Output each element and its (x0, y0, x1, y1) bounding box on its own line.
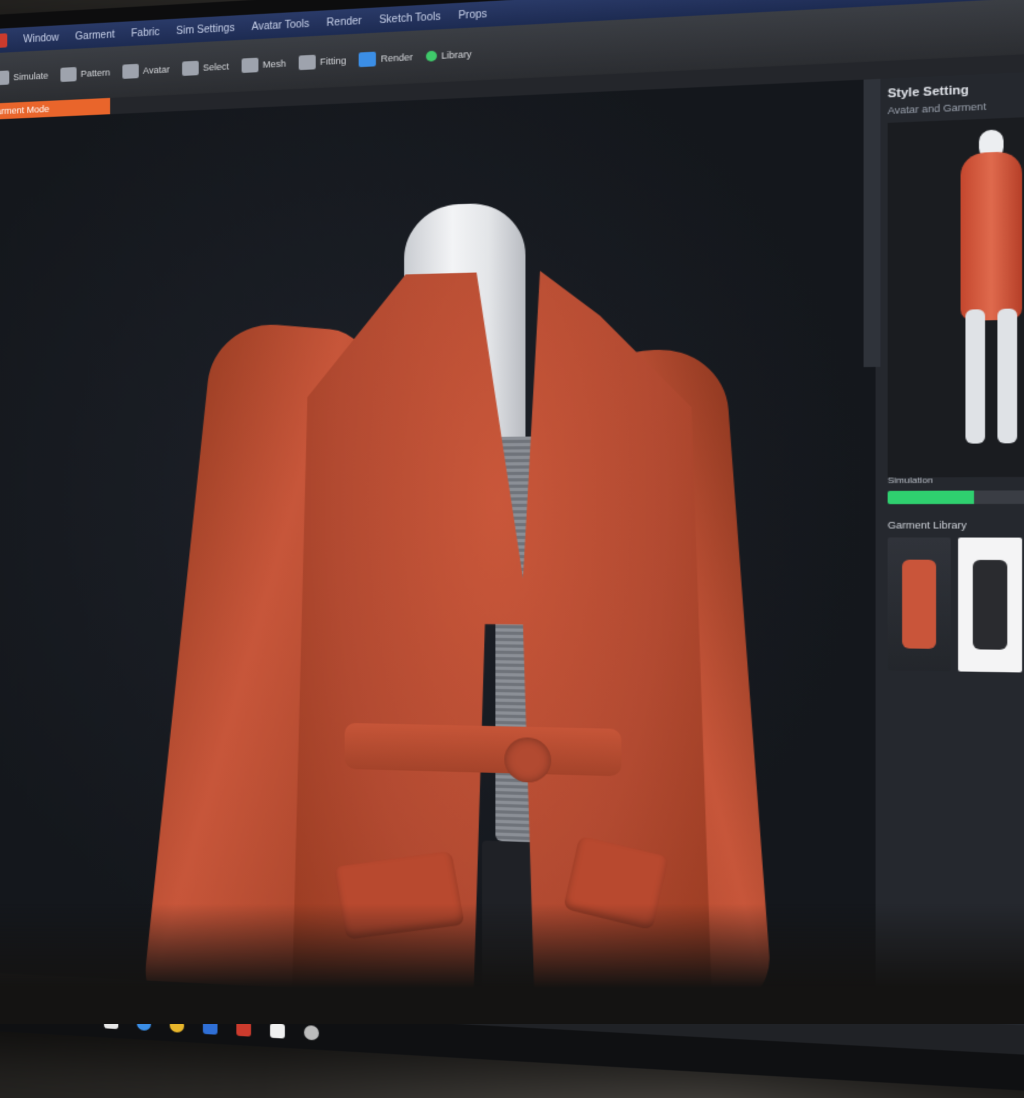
tool-avatar[interactable]: Avatar (122, 62, 170, 79)
thumb-cardigan[interactable] (887, 537, 951, 672)
tool-simulate[interactable]: Simulate (0, 68, 49, 86)
cardigan-belt[interactable] (344, 722, 622, 777)
tool-label: Library (441, 48, 472, 61)
fitting-icon (298, 54, 316, 71)
pattern-icon (60, 66, 77, 83)
menu-item[interactable]: Props (458, 8, 487, 21)
tool-label: Select (202, 61, 229, 73)
tool-label: Simulate (13, 70, 49, 83)
tool-label: Fitting (319, 55, 347, 68)
menu-item[interactable]: Fabric (131, 26, 160, 39)
preview-garment (960, 151, 1023, 321)
simulate-icon (0, 70, 10, 86)
document-icon[interactable] (270, 1023, 285, 1039)
tool-label: Mesh (262, 58, 286, 70)
desk (0, 904, 1024, 1024)
garment-library (887, 537, 1024, 673)
tool-library[interactable]: Library (425, 48, 472, 62)
tool-mesh[interactable]: Mesh (241, 56, 286, 74)
render-icon (359, 51, 377, 68)
thumb-dark-dress[interactable] (958, 537, 1023, 673)
select-icon (182, 60, 199, 76)
settings-icon[interactable] (304, 1025, 319, 1041)
library-icon (425, 50, 437, 62)
property-panel: Style Setting Avatar and Garment Simulat… (863, 68, 1024, 1030)
panel-subtitle: Avatar and Garment (887, 100, 987, 117)
menu-item[interactable]: Garment (75, 29, 115, 42)
preview-leg (965, 309, 986, 444)
screen: Window Garment Fabric Sim Settings Avata… (0, 0, 1024, 1060)
tool-fitting[interactable]: Fitting (298, 53, 347, 71)
menu-item[interactable]: Window (23, 32, 59, 45)
app-logo-icon (0, 33, 8, 49)
tool-pattern[interactable]: Pattern (60, 65, 111, 83)
menu-item[interactable]: Render (327, 15, 362, 28)
progress-label: Simulation (887, 475, 933, 486)
menu-item[interactable]: Avatar Tools (252, 18, 310, 33)
mesh-icon (241, 57, 259, 74)
tool-label: Render (380, 51, 413, 64)
library-title: Garment Library (887, 519, 967, 531)
3d-viewport[interactable] (0, 79, 876, 1060)
menu-item[interactable]: Sim Settings (176, 22, 235, 37)
simulation-progress (887, 490, 1024, 505)
belt-knot[interactable] (504, 736, 552, 783)
tool-label: Avatar (142, 64, 170, 76)
preview-leg (997, 308, 1018, 444)
thumb-garment (902, 559, 937, 649)
panel-toolstrip[interactable] (863, 78, 881, 368)
tool-label: Pattern (80, 67, 111, 79)
menu-item[interactable]: Sketch Tools (379, 11, 441, 26)
tool-render[interactable]: Render (359, 50, 413, 68)
avatar-icon (122, 63, 139, 79)
panel-title: Style Setting (887, 83, 969, 101)
progress-fill (887, 490, 975, 505)
thumb-garment (972, 559, 1008, 650)
tool-select[interactable]: Select (182, 59, 229, 76)
avatar-preview[interactable] (887, 114, 1024, 478)
